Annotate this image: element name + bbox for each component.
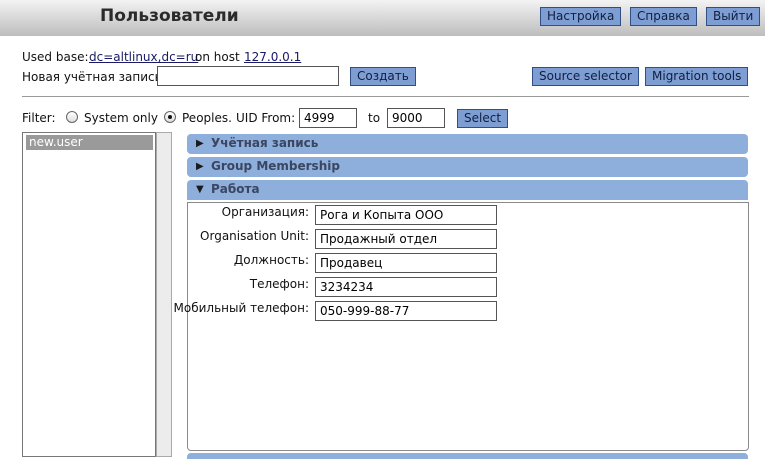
new-account-label: Новая учётная запись: xyxy=(22,70,166,84)
migration-tools-button[interactable]: Migration tools xyxy=(645,67,749,86)
divider xyxy=(22,96,749,97)
select-button[interactable]: Select xyxy=(457,109,509,128)
peoples-radio[interactable] xyxy=(164,111,176,123)
unit-input[interactable] xyxy=(315,229,497,249)
position-label: Должность: xyxy=(233,253,309,267)
on-host-label: on host xyxy=(195,50,240,64)
section-account[interactable]: ▶ Учётная запись xyxy=(187,134,748,154)
system-only-radio[interactable] xyxy=(66,111,78,123)
page-title: Пользователи xyxy=(100,6,239,26)
unit-label: Organisation Unit: xyxy=(200,229,309,243)
uid-from-label: UID From: xyxy=(236,111,296,125)
used-base-label: Used base: xyxy=(22,50,89,64)
section-work[interactable]: ▼ Работа xyxy=(187,180,748,200)
filter-label: Filter: xyxy=(22,111,56,125)
position-input[interactable] xyxy=(315,253,497,273)
uid-from-input[interactable] xyxy=(299,108,357,128)
collapse-down-icon: ▼ xyxy=(196,184,204,195)
settings-button[interactable]: Настройка xyxy=(540,7,622,26)
base-dn-link[interactable]: dc=altlinux,dc=ru xyxy=(89,50,198,64)
organization-label: Организация: xyxy=(221,205,309,219)
uid-to-input[interactable] xyxy=(387,108,445,128)
create-button[interactable]: Создать xyxy=(350,67,416,86)
expand-right-icon: ▶ xyxy=(196,161,204,172)
system-only-label: System only xyxy=(84,111,158,125)
section-label: Учётная запись xyxy=(211,136,319,150)
user-list[interactable]: new.user xyxy=(22,132,156,457)
source-selector-button[interactable]: Source selector xyxy=(532,67,639,86)
uid-to-label: to xyxy=(368,111,381,125)
organization-input[interactable] xyxy=(315,205,497,225)
section-label: Работа xyxy=(211,182,260,196)
mobile-label: Мобильный телефон: xyxy=(173,301,310,315)
mobile-input[interactable] xyxy=(315,301,497,321)
user-list-scrollbar[interactable] xyxy=(156,132,172,457)
peoples-label: Peoples. xyxy=(182,111,232,125)
phone-label: Телефон: xyxy=(249,277,309,291)
section-group-membership[interactable]: ▶ Group Membership xyxy=(187,157,748,177)
top-bar: Пользователи Настройка Справка Выйти xyxy=(0,0,765,36)
list-item[interactable]: new.user xyxy=(26,135,153,150)
expand-right-icon: ▶ xyxy=(196,138,204,149)
section-label: Group Membership xyxy=(211,159,340,173)
phone-input[interactable] xyxy=(315,277,497,297)
new-account-input[interactable] xyxy=(157,66,339,86)
logout-button[interactable]: Выйти xyxy=(706,7,761,26)
next-section-edge xyxy=(187,453,748,459)
host-link[interactable]: 127.0.0.1 xyxy=(244,50,301,64)
help-button[interactable]: Справка xyxy=(630,7,697,26)
